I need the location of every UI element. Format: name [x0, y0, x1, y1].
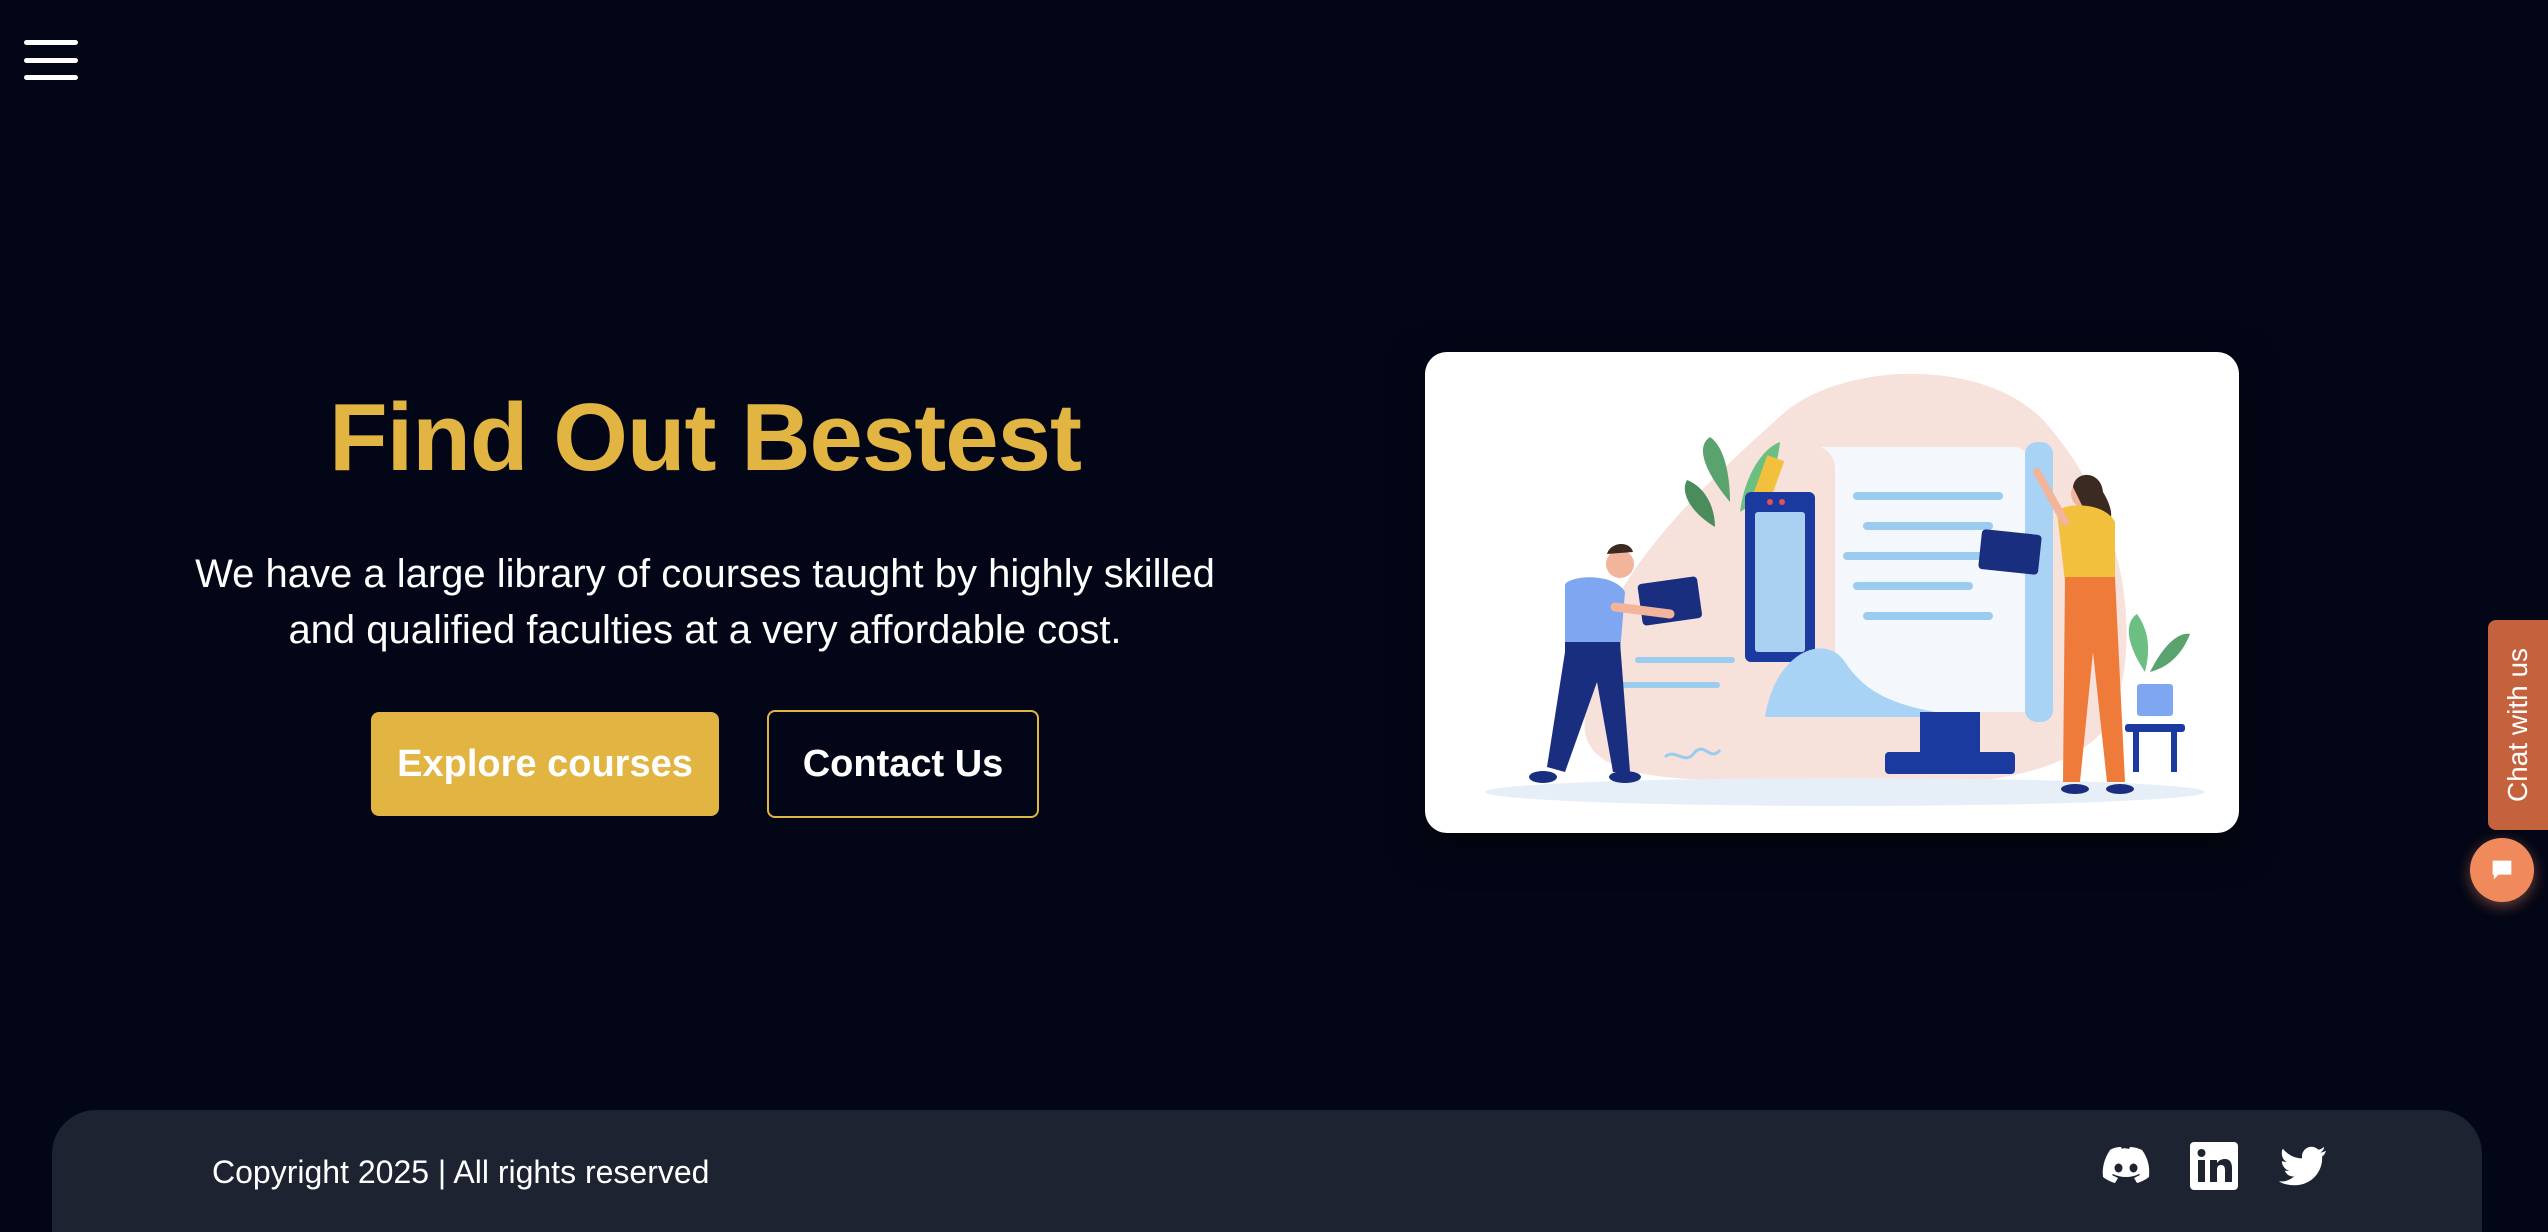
explore-courses-button[interactable]: Explore courses: [371, 712, 719, 816]
chat-bubble-icon[interactable]: [2470, 838, 2534, 902]
chat-message-icon: [2492, 860, 2512, 880]
twitter-icon[interactable]: [2278, 1142, 2326, 1190]
linkedin-icon[interactable]: [2190, 1142, 2238, 1190]
chat-tab-label: Chat with us: [2502, 647, 2534, 803]
contact-us-button[interactable]: Contact Us: [767, 710, 1039, 818]
people-document-illustration: [1485, 373, 2205, 806]
chat-with-us-tab[interactable]: Chat with us: [2488, 620, 2548, 830]
discord-icon[interactable]: [2102, 1142, 2150, 1190]
menu-line: [24, 57, 78, 63]
menu-line: [24, 40, 78, 45]
social-links: [2102, 1142, 2326, 1190]
hamburger-menu-icon[interactable]: [24, 40, 78, 80]
menu-line: [24, 75, 78, 80]
hero-title: Find Out Bestest: [328, 384, 1082, 491]
copyright-text: Copyright 2025 | All rights reserved: [212, 1154, 710, 1190]
landing-page: Find Out Bestest We have a large library…: [0, 0, 2548, 1232]
hero-buttons: Explore courses Contact Us: [160, 710, 1250, 818]
footer: Copyright 2025 | All rights reserved: [52, 1110, 2482, 1232]
hero-section: Find Out Bestest We have a large library…: [160, 380, 1250, 818]
hero-description: We have a large library of courses taugh…: [195, 552, 1215, 652]
hero-illustration: [1425, 352, 2239, 833]
